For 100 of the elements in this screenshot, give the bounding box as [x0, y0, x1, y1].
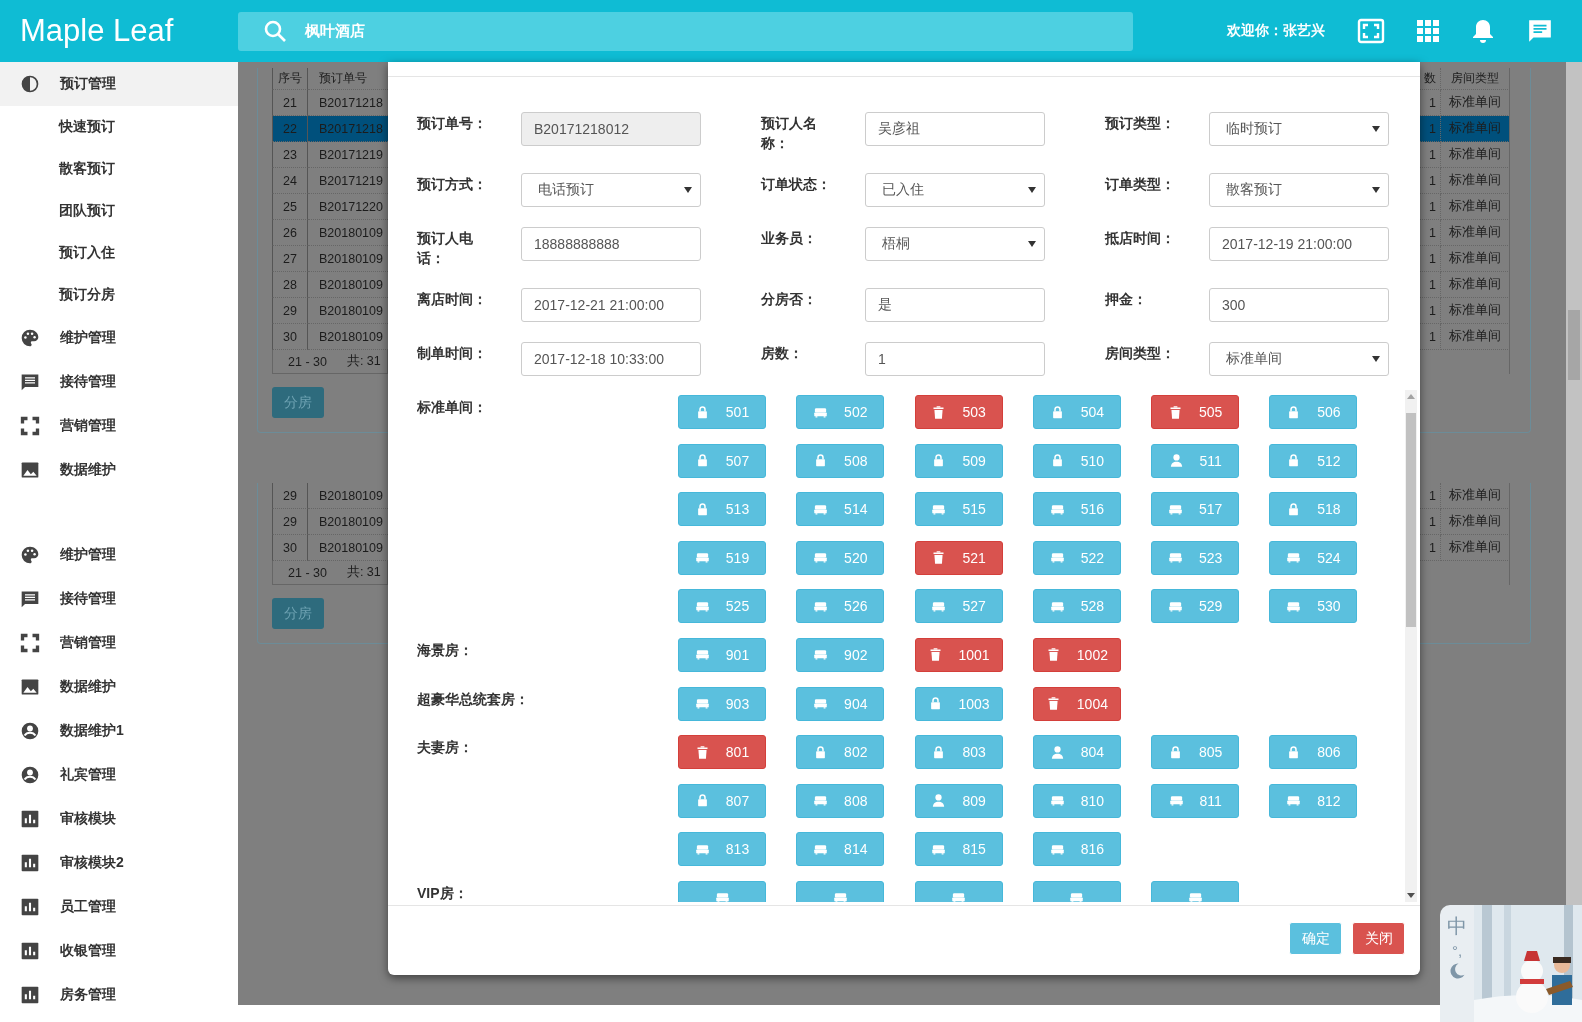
room-button[interactable]: 903 [678, 686, 766, 721]
room-button[interactable]: 901 [678, 637, 766, 672]
input-field[interactable]: 1 [865, 342, 1045, 376]
scrollbar[interactable] [1405, 390, 1417, 902]
room-button[interactable]: 811 [1151, 783, 1240, 818]
room-button[interactable]: 808 [796, 783, 885, 818]
room-button[interactable]: 902 [796, 637, 885, 672]
confirm-button[interactable]: 确定 [1289, 922, 1342, 955]
bell-icon[interactable] [1471, 18, 1495, 44]
room-button[interactable]: 503 [914, 395, 1003, 429]
room-button[interactable]: 807 [678, 783, 766, 818]
room-button[interactable]: 505 [1151, 395, 1240, 429]
app-logo[interactable]: Maple Leaf [0, 13, 238, 49]
input-field[interactable]: 2017-12-19 21:00:00 [1209, 227, 1389, 261]
assign-room-button[interactable]: 分房 [272, 387, 324, 418]
room-button[interactable]: 1001 [914, 637, 1003, 672]
close-button[interactable]: 关闭 [1352, 922, 1405, 955]
select-field[interactable]: 临时预订 [1209, 112, 1389, 146]
room-button[interactable]: 508 [796, 443, 885, 478]
room-button[interactable]: 1004 [1032, 686, 1121, 721]
room-button[interactable]: 1003 [914, 686, 1003, 721]
room-button[interactable]: 511 [1151, 443, 1240, 478]
room-button[interactable]: 523 [1151, 540, 1240, 575]
punctuation-toggle[interactable]: °, [1451, 942, 1463, 960]
room-button[interactable]: 507 [678, 443, 766, 478]
input-field[interactable]: 2017-12-21 21:00:00 [521, 288, 701, 322]
room-button[interactable]: 510 [1032, 443, 1121, 478]
room-button[interactable]: 524 [1269, 540, 1358, 575]
scroll-down-arrow-icon[interactable] [1407, 893, 1415, 898]
room-button[interactable]: 520 [796, 540, 885, 575]
room-button[interactable]: 804 [1032, 735, 1121, 770]
room-button[interactable]: 802 [796, 735, 885, 770]
sidebar-item[interactable]: 数据维护 [0, 665, 238, 709]
input-field[interactable]: 2017-12-18 10:33:00 [521, 342, 701, 376]
sidebar-item[interactable]: 营销管理 [0, 404, 238, 448]
sidebar-subitem[interactable]: 团队预订 [0, 190, 238, 232]
apps-icon[interactable] [1417, 20, 1439, 42]
room-button[interactable]: 803 [914, 735, 1003, 770]
room-button[interactable]: 527 [914, 589, 1003, 624]
room-button[interactable]: 522 [1032, 540, 1121, 575]
sidebar-item[interactable]: 礼宾管理 [0, 753, 238, 797]
chat-icon[interactable] [1527, 18, 1553, 44]
room-button[interactable]: 813 [678, 832, 766, 867]
sidebar-item[interactable]: 维护管理 [0, 316, 238, 360]
room-button[interactable]: 521 [914, 540, 1003, 575]
sidebar-subitem[interactable]: 散客预订 [0, 148, 238, 190]
search-field[interactable]: 枫叶酒店 [238, 11, 1133, 51]
input-mode-toggle[interactable]: 中 [1447, 913, 1467, 940]
room-button[interactable]: 904 [796, 686, 885, 721]
fullscreen-icon[interactable] [1357, 18, 1385, 44]
select-field[interactable]: 梧桐 [865, 227, 1045, 261]
room-button[interactable]: 513 [678, 492, 766, 527]
assign-room-button[interactable]: 分房 [272, 598, 324, 629]
sidebar-item[interactable]: 数据维护 [0, 448, 238, 492]
select-field[interactable]: 散客预订 [1209, 173, 1389, 207]
sidebar-item[interactable]: 接待管理 [0, 360, 238, 404]
room-button[interactable]: 517 [1151, 492, 1240, 527]
room-button[interactable]: 502 [796, 395, 885, 429]
sidebar-item[interactable]: 维护管理 [0, 533, 238, 577]
room-button[interactable]: 528 [1032, 589, 1121, 624]
room-button[interactable]: 806 [1269, 735, 1358, 770]
room-button[interactable]: 519 [678, 540, 766, 575]
room-button[interactable]: 515 [914, 492, 1003, 527]
select-field[interactable]: 已入住 [865, 173, 1045, 207]
sidebar-subitem[interactable]: 预订入住 [0, 232, 238, 274]
room-button[interactable]: 801 [678, 735, 766, 770]
sidebar-item[interactable]: 接待管理 [0, 577, 238, 621]
sidebar-item[interactable]: 员工管理 [0, 885, 238, 929]
sidebar-subitem[interactable]: 预订分房 [0, 274, 238, 316]
sidebar-item[interactable]: 房务管理 [0, 973, 238, 1017]
room-button[interactable]: 514 [796, 492, 885, 527]
sidebar-item[interactable]: 审核模块2 [0, 841, 238, 885]
room-button[interactable]: 512 [1269, 443, 1358, 478]
input-field[interactable]: 300 [1209, 288, 1389, 322]
sidebar-item[interactable]: 预订管理 [0, 62, 238, 106]
room-button[interactable]: 516 [1032, 492, 1121, 527]
select-field[interactable]: 标准单间 [1209, 342, 1389, 376]
room-button[interactable]: 504 [1032, 395, 1121, 429]
room-button[interactable]: 529 [1151, 589, 1240, 624]
room-button[interactable]: 525 [678, 589, 766, 624]
input-field[interactable]: B20171218012 [521, 112, 701, 146]
sidebar-item[interactable]: 审核模块 [0, 797, 238, 841]
moon-icon[interactable] [1448, 962, 1466, 980]
sidebar-subitem[interactable]: 快速预订 [0, 106, 238, 148]
room-button[interactable]: 809 [914, 783, 1003, 818]
room-button[interactable]: 816 [1032, 832, 1121, 867]
select-field[interactable]: 电话预订 [521, 173, 701, 207]
sidebar-item[interactable]: 营销管理 [0, 621, 238, 665]
room-button[interactable]: 815 [914, 832, 1003, 867]
sidebar-item[interactable]: 数据维护1 [0, 709, 238, 753]
room-button[interactable]: 506 [1269, 395, 1358, 429]
input-field[interactable]: 是 [865, 288, 1045, 322]
room-button[interactable]: 518 [1269, 492, 1358, 527]
room-button[interactable]: 812 [1269, 783, 1358, 818]
room-button[interactable]: 805 [1151, 735, 1240, 770]
room-button[interactable]: 1002 [1032, 637, 1121, 672]
room-button[interactable]: 530 [1269, 589, 1358, 624]
input-field[interactable]: 吴彦祖 [865, 112, 1045, 146]
input-field[interactable]: 18888888888 [521, 227, 701, 261]
room-button[interactable]: 501 [678, 395, 766, 429]
